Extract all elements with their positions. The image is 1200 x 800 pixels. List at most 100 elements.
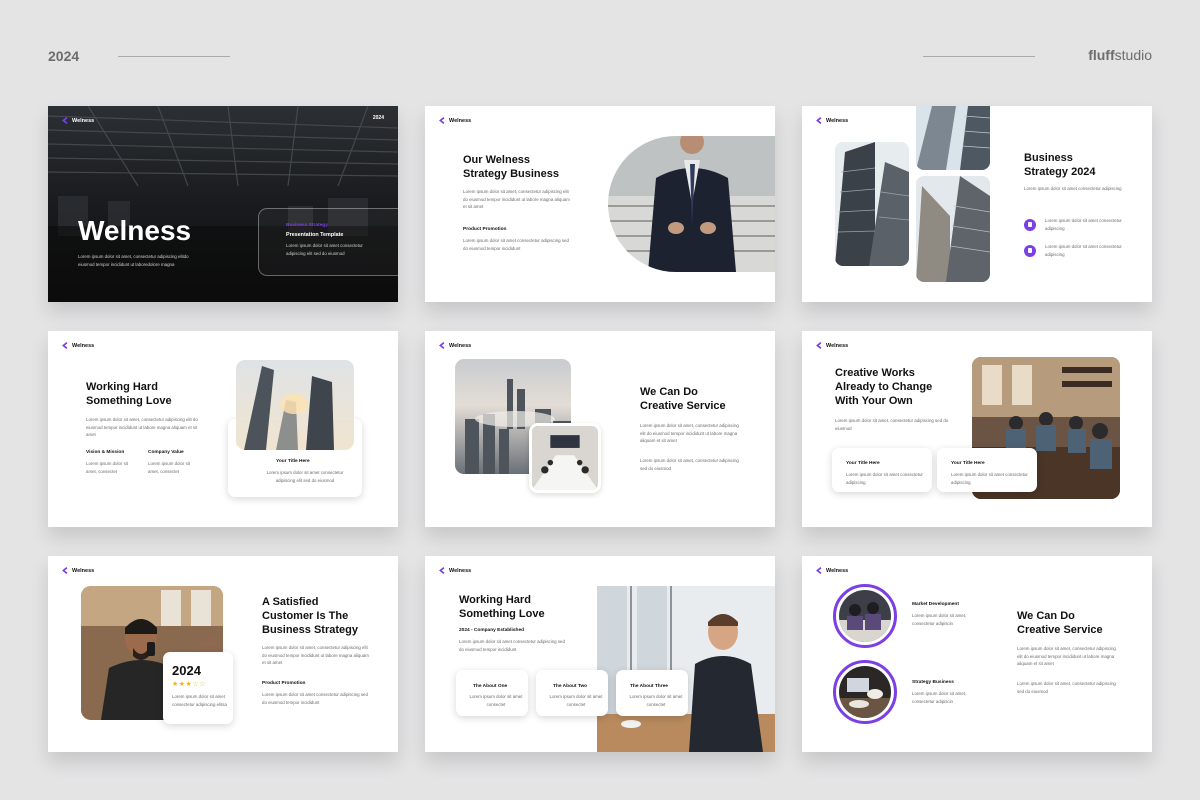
star-rating-icon: ★★★☆☆ [172, 681, 206, 688]
slide-creative-service[interactable]: Welness We Can Do Creative Service Lorem… [425, 331, 775, 527]
slide-satisfied-customer[interactable]: Welness 2024 ★★★☆☆ Lorem ipsum dolor sit… [48, 556, 398, 752]
column-title-value: Company Value [148, 450, 184, 455]
slide-title-line2: Something Love [459, 608, 545, 620]
card1-title: Your Title Here [846, 461, 880, 466]
location-icon [1024, 245, 1036, 257]
card1-body: Lorem ipsum dolor sit amet consectetur a… [846, 472, 923, 485]
slide-title-line3: With Your Own [835, 395, 913, 407]
cover-badge-body: Lorem ipsum dolor sit amet consectetur a… [286, 243, 363, 256]
slide-title-line1: We Can Do [640, 386, 698, 398]
slide-body: Lorem ipsum dolor sit amet, consectetur … [86, 417, 198, 438]
slide-body: Lorem ipsum dolor sit amet, consectetur … [1017, 646, 1116, 667]
item-title-strategy: Strategy Business [912, 680, 954, 685]
cover-year: 2024 [372, 115, 384, 121]
welness-logo-icon [816, 342, 822, 349]
slide-body: Lorem ipsum dolor sit amet consectetur a… [459, 639, 565, 652]
rating-body: Lorem ipsum dolor sit amet consectetur a… [172, 694, 227, 707]
about-box-3-body: Lorem ipsum dolor sit amet consectet [629, 694, 683, 707]
slide-company-established[interactable]: Welness Working Hard Something Love 2024… [425, 556, 775, 752]
slide-logo: Welness [816, 117, 848, 124]
slide-logo: Welness [62, 567, 94, 574]
slide-creative-works[interactable]: Welness Creative Works Already to Change… [802, 331, 1152, 527]
about-box-3-title: The About Three [630, 684, 668, 689]
card-body: Lorem ipsum dolor sit amet consectetur a… [266, 470, 344, 483]
cover-badge-title: Presentation Template [286, 232, 344, 238]
slide-logo: Welness [816, 567, 848, 574]
brand-logo: fluffstudio [1088, 47, 1152, 63]
slide-title-line2: Creative Service [640, 400, 726, 412]
slide-body: Lorem ipsum dolor sit amet, consectetur … [640, 423, 739, 444]
skyscraper-photo [236, 360, 354, 450]
slide-title-line2: Customer Is The [262, 610, 349, 622]
header-year: 2024 [48, 48, 80, 64]
slide-title-line1: We Can Do [1017, 610, 1075, 622]
slide-subbody: Lorem ipsum dolor sit amet consectetur a… [463, 238, 569, 251]
slide-title-line1: Business [1024, 152, 1073, 164]
header-divider-right [923, 56, 1035, 57]
about-box-1-body: Lorem ipsum dolor sit amet consectet [469, 694, 523, 707]
slide-title-line2: Something Love [86, 395, 172, 407]
slide-business-strategy-2024[interactable]: Welness Business Strategy 2024 Lorem ips… [802, 106, 1152, 302]
rating-year: 2024 [172, 663, 201, 678]
building-photo-top [916, 106, 990, 170]
slide-title-line1: Our Welness [463, 154, 531, 166]
column-body-value: Lorem ipsum dolor sit amet, consectet [148, 461, 190, 474]
slide-title-line2: Strategy 2024 [1024, 166, 1096, 178]
slide-body: Lorem ipsum dolor sit amet, consectetur … [262, 645, 369, 666]
point-text-2: Lorem ipsum dolor sit amet consectetur a… [1045, 244, 1122, 257]
cover-body: Lorem ipsum dolor sit amet, consectetur … [78, 254, 189, 267]
slide-title-line1: A Satisfied [262, 596, 319, 608]
location-icon [1024, 219, 1036, 231]
welness-logo-icon [816, 567, 822, 574]
slide-logo: Welness [62, 117, 94, 124]
column-body-vision: Lorem ipsum dolor sit amet, consectet [86, 461, 128, 474]
item-body-market: Lorem ipsum dolor sit amet, consectetur … [912, 613, 967, 626]
slide-logo: Welness [439, 117, 471, 124]
slide-creative-service-2[interactable]: Welness Market Development Lorem ipsum d… [802, 556, 1152, 752]
slide-subhead: 2024 - Company Established [459, 628, 525, 633]
slide-title-line3: Business Strategy [262, 624, 358, 636]
slide-title-line2: Creative Service [1017, 624, 1103, 636]
cover-badge-label: Business Strategy [286, 223, 328, 228]
businessman-photo [608, 136, 775, 272]
slide-body: Lorem ipsum dolor sit amet, consectetur … [835, 418, 949, 431]
card-title: Your Title Here [276, 459, 310, 464]
meeting-room-photo [529, 423, 601, 493]
welness-logo-icon [439, 117, 445, 124]
building-photo-left [835, 142, 909, 266]
card2-title: Your Title Here [951, 461, 985, 466]
slide-subbody: Lorem ipsum dolor sit amet, consectetur … [1017, 681, 1116, 694]
slide-logo: Welness [62, 342, 94, 349]
slide-logo: Welness [439, 342, 471, 349]
card2-body: Lorem ipsum dolor sit amet consectetur a… [951, 472, 1028, 485]
welness-logo-icon [62, 117, 68, 124]
welness-logo-icon [439, 342, 445, 349]
slide-logo: Welness [816, 342, 848, 349]
slide-body: Lorem ipsum dolor sit amet, consectetur … [463, 189, 570, 210]
about-box-2-body: Lorem ipsum dolor sit amet consectet [549, 694, 603, 707]
item-title-market: Market Development [912, 602, 959, 607]
team-circle-photo-1 [833, 584, 897, 648]
about-box-1-title: The About One [473, 684, 508, 689]
slide-strategy-business[interactable]: Welness Our Welness Strategy Business Lo… [425, 106, 775, 302]
slide-subhead: Product Promotion [463, 227, 507, 232]
slide-title-line1: Working Hard [86, 381, 158, 393]
column-title-vision: Vision & Mission [86, 450, 125, 455]
slide-cover[interactable]: Welness 2024 Welness Lorem ipsum dolor s… [48, 106, 398, 302]
slide-body: Lorem ipsum dolor sit amet consectetur a… [1024, 186, 1122, 191]
welness-logo-icon [62, 567, 68, 574]
businessman-laptop-photo [597, 586, 775, 752]
slide-subbody: Lorem ipsum dolor sit amet, consectetur … [640, 458, 739, 471]
item-body-strategy: Lorem ipsum dolor sit amet, consectetur … [912, 691, 967, 704]
slide-title-line1: Creative Works [835, 367, 915, 379]
slide-title-line2: Strategy Business [463, 168, 559, 180]
welness-logo-icon [62, 342, 68, 349]
about-box-2-title: The About Two [553, 684, 588, 689]
slide-logo: Welness [439, 567, 471, 574]
welness-logo-icon [816, 117, 822, 124]
welness-logo-icon [439, 567, 445, 574]
header-divider-left [118, 56, 230, 57]
slide-working-hard[interactable]: Welness Working Hard Something Love Lore… [48, 331, 398, 527]
building-photo-bottom [916, 176, 990, 282]
team-circle-photo-2 [833, 660, 897, 724]
